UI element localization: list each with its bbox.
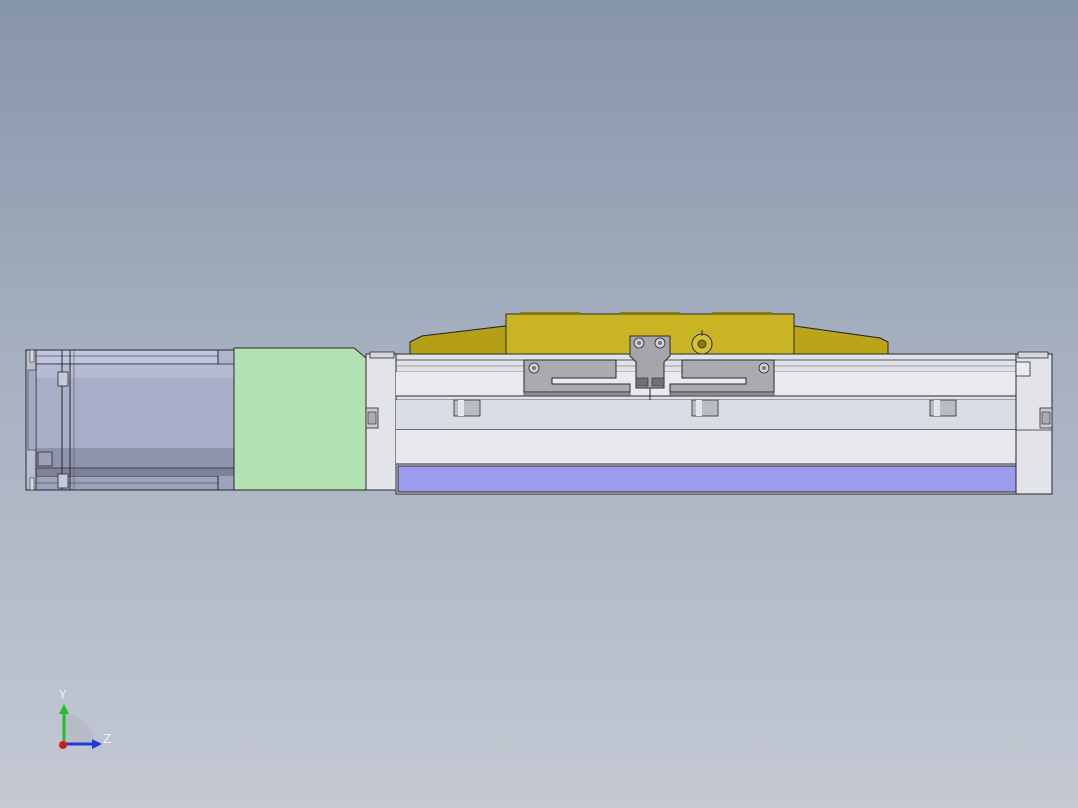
y-axis-label: Y [59,688,67,702]
linear-actuator-model[interactable] [0,0,1078,808]
z-axis-label: Z [103,732,112,746]
graphics-viewport[interactable]: Y Z [0,0,1078,808]
carriage-clamp-right[interactable] [669,359,775,397]
left-end-block[interactable] [365,351,399,491]
carriage-clamp-left[interactable] [523,359,631,397]
cover-strip [397,465,1017,493]
x-axis-point [59,741,67,749]
coordinate-triad [59,704,102,749]
stepper-motor[interactable] [25,349,235,491]
right-end-block[interactable] [1015,351,1053,495]
motor-adapter-block[interactable] [233,347,367,491]
